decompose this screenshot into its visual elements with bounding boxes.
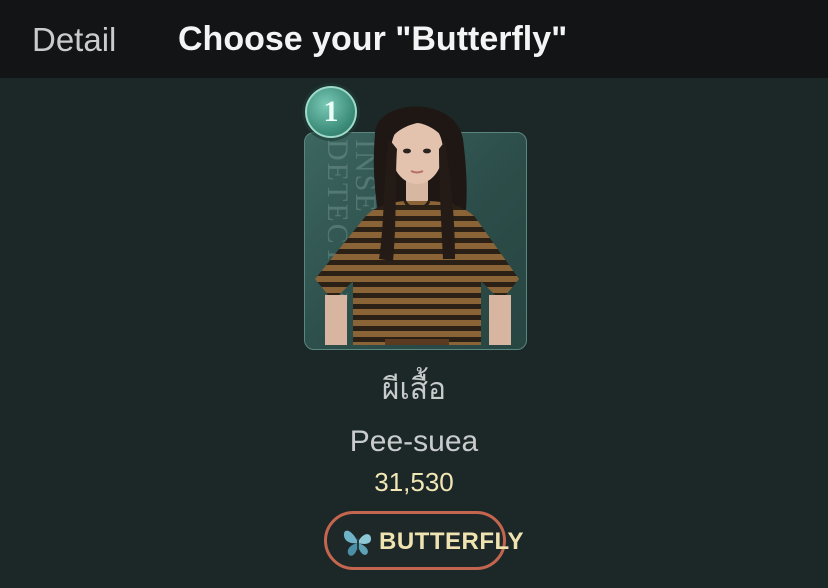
vote-button-label: BUTTERFLY	[379, 528, 524, 555]
vote-butterfly-button[interactable]: BUTTERFLY	[324, 511, 523, 570]
butterfly-icon	[343, 530, 371, 556]
vote-count: 31,530	[374, 467, 454, 497]
top-bar: Detail Choose your "Butterfly"	[0, 0, 828, 78]
page-title: Choose your "Butterfly"	[178, 20, 568, 58]
detail-back-link[interactable]: Detail	[32, 20, 116, 60]
candidate-name-thai: ผีเสื้อ	[381, 372, 447, 407]
rank-badge: 1	[305, 86, 357, 138]
candidate-card[interactable]: INSE DETECTIV	[304, 106, 527, 350]
page: Detail Choose your "Butterfly" INSE DETE…	[0, 0, 828, 588]
candidate-name-english: Pee-suea	[349, 425, 479, 458]
